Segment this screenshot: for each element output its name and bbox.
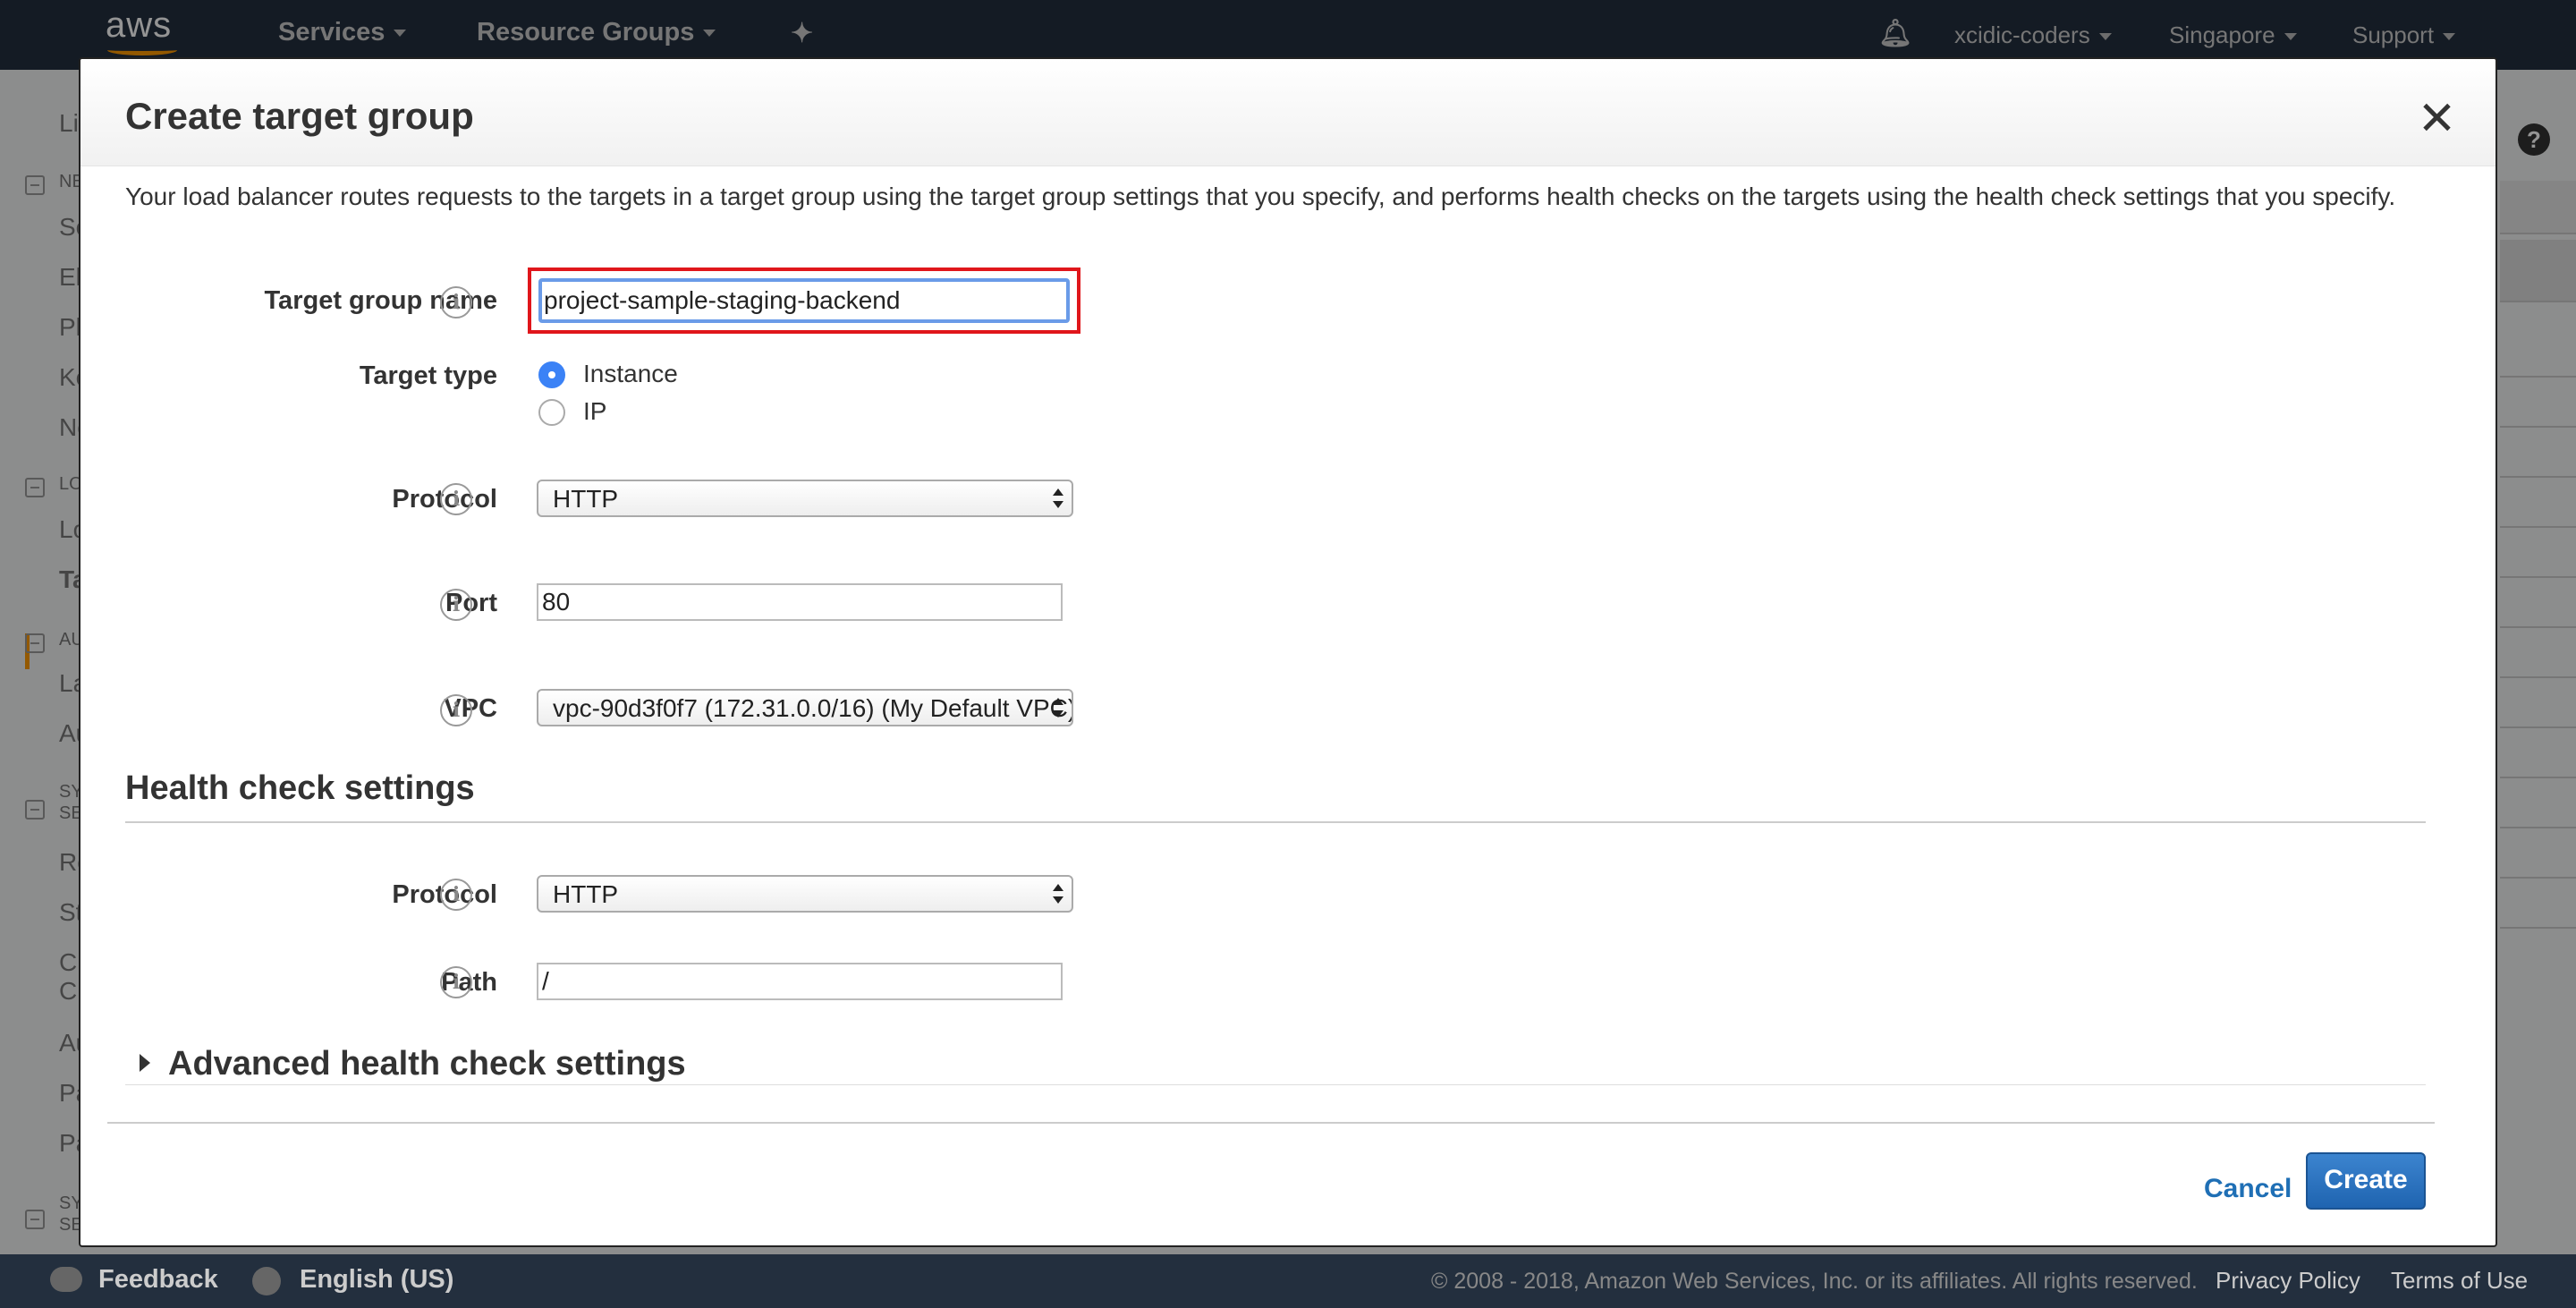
create-button[interactable]: Create bbox=[2306, 1152, 2426, 1210]
protocol-select-value: HTTP bbox=[553, 485, 619, 513]
create-target-group-dialog: Create target group Your load balancer r… bbox=[79, 57, 2497, 1247]
dialog-footer-divider bbox=[107, 1122, 2435, 1124]
info-icon[interactable]: i bbox=[440, 879, 472, 911]
info-icon[interactable]: i bbox=[440, 286, 472, 319]
cancel-button[interactable]: Cancel bbox=[2204, 1174, 2292, 1204]
health-path-input[interactable] bbox=[537, 963, 1063, 1000]
dialog-title: Create target group bbox=[125, 95, 474, 137]
protocol-select[interactable]: HTTP bbox=[537, 480, 1073, 517]
close-icon[interactable] bbox=[2419, 98, 2456, 136]
select-arrows-icon bbox=[1052, 696, 1064, 721]
dialog-description: Your load balancer routes requests to th… bbox=[125, 183, 2396, 210]
port-input[interactable] bbox=[537, 583, 1063, 621]
target-type-label: Target type bbox=[359, 361, 497, 390]
target-type-ip-label: IP bbox=[583, 397, 607, 425]
dialog-header: Create target group bbox=[80, 59, 2496, 166]
caret-right-icon[interactable] bbox=[140, 1054, 150, 1072]
info-icon[interactable]: i bbox=[440, 694, 472, 726]
feedback-icon[interactable] bbox=[50, 1267, 82, 1292]
globe-icon[interactable] bbox=[252, 1267, 281, 1295]
radio-checked[interactable] bbox=[538, 361, 565, 388]
language-selector[interactable]: English (US) bbox=[300, 1265, 453, 1295]
footer: Feedback English (US) © 2008 - 2018, Ama… bbox=[0, 1254, 2576, 1308]
radio-unchecked[interactable] bbox=[538, 399, 565, 426]
health-protocol-select-value: HTTP bbox=[553, 880, 619, 908]
info-icon[interactable]: i bbox=[440, 589, 472, 621]
health-check-section-title: Health check settings bbox=[125, 769, 475, 807]
section-divider bbox=[125, 1084, 2426, 1085]
vpc-select[interactable]: vpc-90d3f0f7 (172.31.0.0/16) (My Default… bbox=[537, 689, 1073, 726]
health-protocol-select[interactable]: HTTP bbox=[537, 875, 1073, 913]
info-icon[interactable]: i bbox=[440, 966, 472, 998]
feedback-link[interactable]: Feedback bbox=[98, 1265, 218, 1295]
info-icon[interactable]: i bbox=[440, 483, 472, 515]
vpc-select-value: vpc-90d3f0f7 (172.31.0.0/16) (My Default… bbox=[553, 694, 1073, 722]
select-arrows-icon bbox=[1052, 882, 1064, 907]
privacy-policy-link[interactable]: Privacy Policy bbox=[2216, 1267, 2360, 1295]
advanced-health-check-toggle[interactable]: Advanced health check settings bbox=[168, 1045, 686, 1083]
target-group-name-input[interactable] bbox=[538, 278, 1070, 323]
select-arrows-icon bbox=[1052, 487, 1064, 512]
terms-of-use-link[interactable]: Terms of Use bbox=[2391, 1267, 2528, 1295]
copyright-text: © 2008 - 2018, Amazon Web Services, Inc.… bbox=[1431, 1269, 2198, 1294]
target-type-instance-label: Instance bbox=[583, 360, 678, 387]
section-divider bbox=[125, 821, 2426, 823]
highlight-box bbox=[528, 268, 1080, 334]
